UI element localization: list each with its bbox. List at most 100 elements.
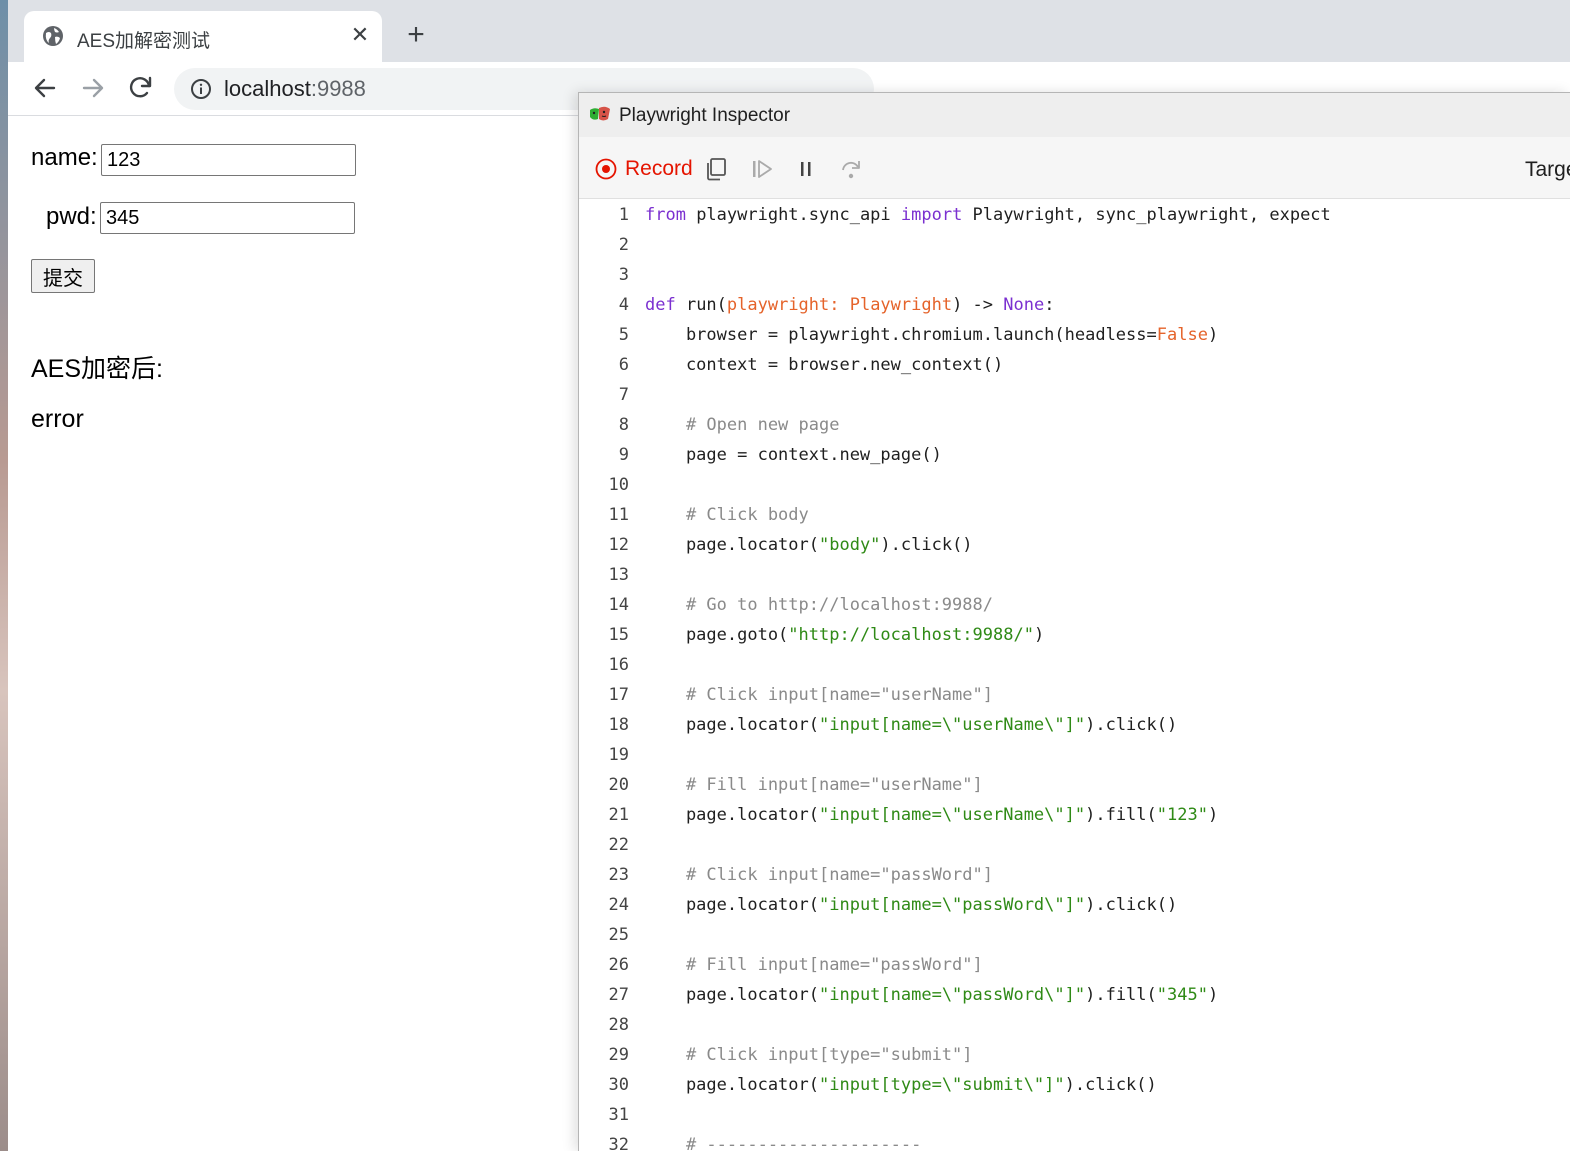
line-number: 7 [618,385,629,405]
record-label: Record [625,157,693,180]
code-line: 26 # Fill input[name="passWord"] [579,950,1570,980]
line-number: 23 [608,865,629,885]
line-source: browser = playwright.chromium.launch(hea… [645,325,1219,345]
page-content: name: pwd: 提交 AES加密后: error [16,117,586,1151]
code-line: 27 page.locator("input[name=\"passWord\"… [579,980,1570,1010]
playwright-logo-icon [590,106,610,121]
code-line: 9 page = context.new_page() [579,440,1570,470]
code-line: 24 page.locator("input[name=\"passWord\"… [579,890,1570,920]
code-line: 12 page.locator("body").click() [579,530,1570,560]
line-number: 12 [608,535,629,555]
line-number: 21 [608,805,629,825]
line-source: # Fill input[name="passWord"] [645,955,983,975]
code-line: 28 [579,1010,1570,1040]
line-number: 18 [608,715,629,735]
close-icon[interactable]: ✕ [348,22,372,48]
result-value: error [31,405,84,433]
code-line: 14 # Go to http://localhost:9988/ [579,590,1570,620]
line-source: # Click body [645,505,809,525]
tab-title: AES加解密测试 [77,31,211,52]
line-number: 19 [608,745,629,765]
record-icon [595,158,617,180]
code-line: 13 [579,560,1570,590]
line-number: 14 [608,595,629,615]
resume-icon[interactable] [749,156,775,182]
name-label: name: [31,144,98,171]
line-number: 11 [608,505,629,525]
line-number: 4 [618,295,629,315]
line-source: page.goto("http://localhost:9988/") [645,625,1045,645]
line-source: # --------------------- [645,1135,922,1151]
code-line: 6 context = browser.new_context() [579,350,1570,380]
line-number: 9 [618,445,629,465]
line-number: 16 [608,655,629,675]
code-line: 5 browser = playwright.chromium.launch(h… [579,320,1570,350]
code-line: 18 page.locator("input[name=\"userName\"… [579,710,1570,740]
line-number: 3 [618,265,629,285]
record-button[interactable]: Record [595,155,693,183]
code-line: 19 [579,740,1570,770]
code-line: 22 [579,830,1570,860]
code-line: 29 # Click input[type="submit"] [579,1040,1570,1070]
reload-icon[interactable] [126,73,156,103]
code-line: 8 # Open new page [579,410,1570,440]
code-line: 16 [579,650,1570,680]
plus-icon[interactable]: + [401,18,431,52]
code-line: 3 [579,260,1570,290]
line-source: # Click input[name="userName"] [645,685,993,705]
line-number: 20 [608,775,629,795]
line-number: 6 [618,355,629,375]
line-number: 1 [618,205,629,225]
line-number: 31 [608,1105,629,1125]
line-number: 29 [608,1045,629,1065]
line-number: 32 [608,1135,629,1151]
code-line: 10 [579,470,1570,500]
result-label: AES加密后: [31,355,163,383]
code-line: 20 # Fill input[name="userName"] [579,770,1570,800]
code-line: 7 [579,380,1570,410]
pause-icon[interactable] [793,156,819,182]
info-icon[interactable] [190,78,212,100]
code-line: 30 page.locator("input[type=\"submit\"]"… [579,1070,1570,1100]
step-over-icon[interactable] [838,156,864,182]
line-source: page.locator("input[name=\"passWord\"]")… [645,895,1178,915]
line-source: page.locator("input[type=\"submit\"]").c… [645,1075,1157,1095]
pwd-input[interactable] [100,202,355,234]
line-source: # Go to http://localhost:9988/ [645,595,993,615]
line-number: 13 [608,565,629,585]
url-host: localhost [224,76,311,101]
code-line: 4 def run(playwright: Playwright) -> None… [579,290,1570,320]
line-source: page.locator("input[name=\"userName\"]")… [645,805,1219,825]
line-source: from playwright.sync_api import Playwrig… [645,205,1331,225]
line-number: 10 [608,475,629,495]
line-number: 22 [608,835,629,855]
line-source: # Open new page [645,415,840,435]
line-number: 5 [618,325,629,345]
copy-icon[interactable] [703,156,729,182]
inspector-title: Playwright Inspector [619,105,791,126]
inspector-toolbar: Record Target: [579,137,1570,199]
url-port: :9988 [310,76,366,101]
line-number: 15 [608,625,629,645]
line-number: 17 [608,685,629,705]
line-number: 27 [608,985,629,1005]
code-line: 1 from playwright.sync_api import Playwri… [579,200,1570,230]
line-number: 8 [618,415,629,435]
line-source: def run(playwright: Playwright) -> None: [645,295,1055,315]
line-number: 30 [608,1075,629,1095]
target-label[interactable]: Target: [1525,158,1570,182]
code-line: 11 # Click body [579,500,1570,530]
url-text[interactable]: localhost:9988 [224,76,366,102]
line-number: 26 [608,955,629,975]
playwright-inspector-window: Playwright Inspector Record Target: [578,92,1570,1151]
pwd-label: pwd: [46,203,97,230]
arrow-left-icon[interactable] [30,73,60,103]
arrow-right-icon[interactable] [78,73,108,103]
code-line: 15 page.goto("http://localhost:9988/") [579,620,1570,650]
code-line: 32 # --------------------- [579,1130,1570,1151]
line-source: # Click input[type="submit"] [645,1045,973,1065]
code-editor[interactable]: 1 from playwright.sync_api import Playwri… [579,200,1570,1151]
name-input[interactable] [101,144,356,176]
line-source: # Click input[name="passWord"] [645,865,993,885]
submit-button[interactable]: 提交 [31,259,95,293]
